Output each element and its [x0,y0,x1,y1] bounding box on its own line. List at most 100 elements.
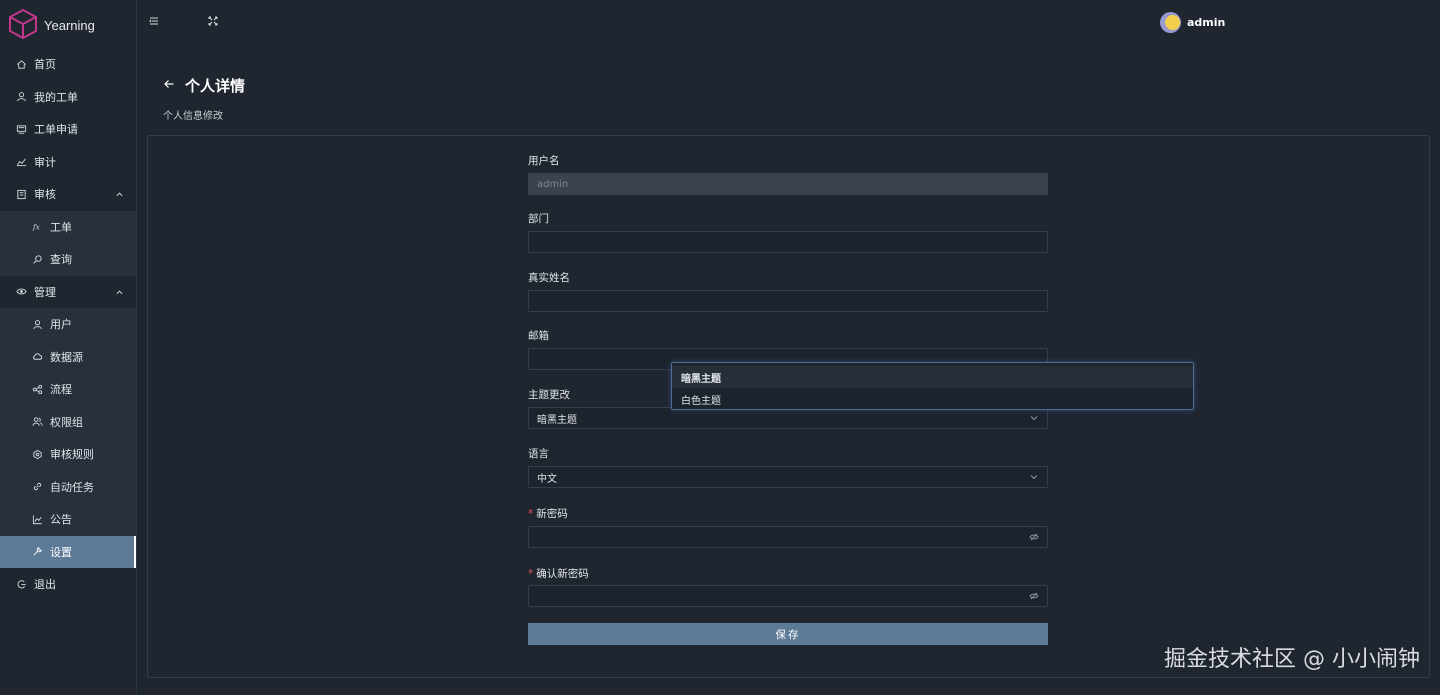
sidebar-item-announcement[interactable]: 公告 [0,503,136,536]
theme-option-dark[interactable]: 暗黑主题 [672,366,1193,388]
sidebar-item-label: 设置 [50,545,72,559]
chevron-up-icon [115,287,124,300]
sidebar-item-label: 用户 [50,318,72,332]
logo[interactable]: Yearning [8,8,95,42]
realname-label: 真实姓名 [528,272,570,284]
fullscreen-icon[interactable] [207,15,221,29]
svg-text:fx: fx [32,223,41,232]
sidebar-item-label: 权限组 [50,415,83,429]
sidebar-item-label: 查询 [50,253,72,267]
theme-select[interactable]: 暗黑主题 [528,407,1048,429]
user-icon [32,319,43,330]
sidebar-item-label: 自动任务 [50,480,94,494]
theme-select-value: 暗黑主题 [537,414,577,426]
language-select-value: 中文 [537,473,557,485]
realname-field[interactable] [528,290,1048,312]
new-password-label: * 新密码 [528,506,568,521]
sidebar-item-auto-task[interactable]: 自动任务 [0,470,136,503]
top-header [137,0,1440,46]
sidebar-item-my-orders[interactable]: 我的工单 [0,81,136,114]
confirm-password-field[interactable] [528,585,1048,607]
page-title: 个人详情 [185,77,246,95]
sidebar-item-label: 工单 [50,220,72,234]
sidebar: Yearning 首页 我的工单 工单申请 审计 审核 fx 工单 查询 管理 … [0,0,137,695]
user-name: admin [1187,16,1226,29]
confirm-password-input[interactable] [537,590,1039,602]
back-arrow-icon[interactable] [163,78,175,90]
sidebar-item-logout[interactable]: 退出 [0,568,136,601]
stock-icon [32,514,43,525]
sidebar-item-label: 工单申请 [34,123,78,137]
avatar [1160,12,1181,33]
chart-icon [16,156,27,167]
sidebar-item-label: 管理 [34,285,56,299]
sidebar-item-review[interactable]: 审核 [0,178,136,211]
user-menu[interactable]: admin [1160,12,1225,33]
theme-label: 主题更改 [528,389,570,401]
sidebar-item-manage[interactable]: 管理 [0,276,136,309]
app-name: Yearning [44,17,95,33]
sidebar-item-label: 流程 [50,383,72,397]
new-password-field[interactable] [528,526,1048,548]
sidebar-item-home[interactable]: 首页 [0,48,136,81]
language-select[interactable]: 中文 [528,466,1048,488]
chevron-down-icon [1029,472,1039,482]
sidebar-item-audit-log[interactable]: 审计 [0,146,136,179]
tool-icon [32,546,43,557]
chevron-down-icon [1029,413,1039,423]
app-root: Yearning 首页 我的工单 工单申请 审计 审核 fx 工单 查询 管理 … [0,0,1440,695]
sidebar-item-order-apply[interactable]: 工单申请 [0,113,136,146]
department-input[interactable] [537,236,1039,248]
sidebar-item-label: 首页 [34,58,56,72]
sidebar-item-users[interactable]: 用户 [0,308,136,341]
sidebar-item-settings[interactable]: 设置 [0,535,136,568]
rule-icon [32,449,43,460]
sidebar-item-datasource[interactable]: 数据源 [0,340,136,373]
username-label: 用户名 [528,155,560,167]
username-field: admin [528,173,1048,195]
form-icon [16,124,27,135]
department-field[interactable] [528,231,1048,253]
save-button[interactable]: 保存 [528,623,1048,645]
required-mark: * [528,508,534,520]
sidebar-item-review-orders[interactable]: fx 工单 [0,210,136,243]
eye-off-icon[interactable] [1029,591,1039,601]
page-subtitle: 个人信息修改 [163,111,223,122]
required-mark: * [528,568,534,580]
sidebar-item-label: 数据源 [50,350,83,364]
audit-icon [16,189,27,200]
sidebar-item-review-query[interactable]: 查询 [0,243,136,276]
sidebar-item-label: 审核规则 [50,448,94,462]
link-icon [32,481,43,492]
menu-toggle-icon[interactable] [148,15,162,29]
language-label: 语言 [528,448,549,460]
flow-icon [32,384,43,395]
watermark: 掘金技术社区 @ 小小闹钟 [1164,647,1420,672]
fx-icon: fx [32,221,43,232]
email-label: 邮箱 [528,330,549,342]
search-icon [32,254,43,265]
sidebar-item-audit-rules[interactable]: 审核规则 [0,438,136,471]
sidebar-item-permission-group[interactable]: 权限组 [0,405,136,438]
sidebar-item-label: 审核 [34,188,56,202]
cube-logo-icon [8,8,38,43]
theme-dropdown: 暗黑主题 白色主题 [671,362,1194,410]
group-icon [32,416,43,427]
user-icon [16,91,27,102]
sidebar-item-flow[interactable]: 流程 [0,373,136,406]
new-password-label-text: 新密码 [536,508,568,520]
sidebar-item-label: 公告 [50,513,72,527]
confirm-password-label-text: 确认新密码 [536,568,589,580]
username-value: admin [537,178,569,190]
realname-input[interactable] [537,295,1039,307]
eye-off-icon[interactable] [1029,532,1039,542]
theme-option-light[interactable]: 白色主题 [672,388,1193,410]
logout-icon [16,579,27,590]
sidebar-menu: 首页 我的工单 工单申请 审计 审核 fx 工单 查询 管理 用户 数据源 流程… [0,48,136,601]
sidebar-item-label: 审计 [34,155,56,169]
chevron-up-icon [115,189,124,202]
cloud-icon [32,351,43,362]
sidebar-item-label: 退出 [34,578,56,592]
eye-icon [16,286,27,297]
new-password-input[interactable] [537,531,1039,543]
